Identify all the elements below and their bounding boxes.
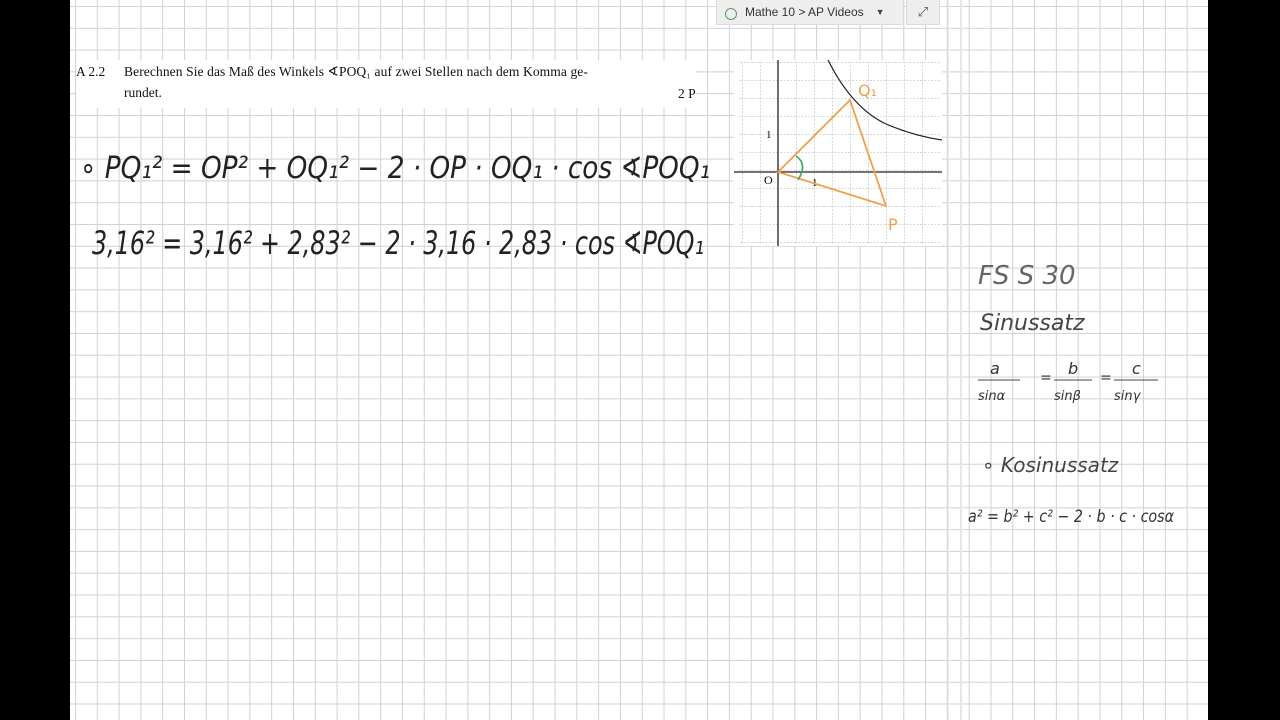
frac-b-den: sinβ <box>1054 389 1081 404</box>
sinussatz-title: Sinussatz <box>980 311 1085 336</box>
y-tick-label: 1 <box>766 129 772 141</box>
svg-text:=: = <box>1100 370 1112 386</box>
equation-2: 3,16² = 3,16² + 2,83² − 2 · 3,16 · 2,83 … <box>92 224 704 262</box>
equation-2-text: 3,16² = 3,16² + 2,83² − 2 · 3,16 · 2,83 … <box>92 224 704 262</box>
task-statement: A 2.2 Berechnen Sie das Maß des Winkels … <box>76 60 696 108</box>
reference-text: FS S 30 <box>978 261 1076 291</box>
section-icon <box>725 8 737 20</box>
task-text-line2: rundet. <box>124 85 162 100</box>
task-points: 2 P <box>678 86 696 101</box>
point-q-label: Q₁ <box>858 81 877 100</box>
frac-b-num: b <box>1068 359 1078 378</box>
frac-a-den: sinα <box>978 389 1006 404</box>
page-divider <box>960 0 962 720</box>
kosinussatz-formula: a² = b² + c² − 2 · b · c · cosα <box>968 507 1174 527</box>
expand-icon[interactable]: ⤢ <box>906 0 940 25</box>
chevron-down-icon[interactable]: ▼ <box>876 7 885 17</box>
task-number: A 2.2 <box>76 64 106 79</box>
frac-c-den: sinγ <box>1114 389 1142 404</box>
task-text-line1: Berechnen Sie das Maß des Winkels ∢POQ₁ … <box>124 64 588 79</box>
coordinate-graph: O 1 1 Q₁ P <box>734 59 943 246</box>
frac-c-num: c <box>1132 359 1141 378</box>
svg-text:=: = <box>1040 370 1052 386</box>
notebook-breadcrumb[interactable]: Mathe 10 > AP Videos ▼ <box>716 0 904 25</box>
point-p-label: P <box>888 215 898 234</box>
kosinussatz-title: ∘ Kosinussatz <box>982 453 1119 477</box>
equation-1-text: ∘ PQ₁² = OP² + OQ₁² − 2 · OP · OQ₁ · cos… <box>80 151 710 186</box>
breadcrumb-text: Mathe 10 > AP Videos <box>745 5 864 19</box>
frac-a-num: a <box>990 359 1000 378</box>
equation-1: ∘ PQ₁² = OP² + OQ₁² − 2 · OP · OQ₁ · cos… <box>80 151 710 186</box>
graph-svg: O 1 1 Q₁ P <box>734 59 943 246</box>
side-notes: FS S 30 Sinussatz a sinα = b sinβ = c si… <box>968 261 1174 527</box>
page-margin-line <box>948 0 949 720</box>
origin-label: O <box>764 173 773 187</box>
